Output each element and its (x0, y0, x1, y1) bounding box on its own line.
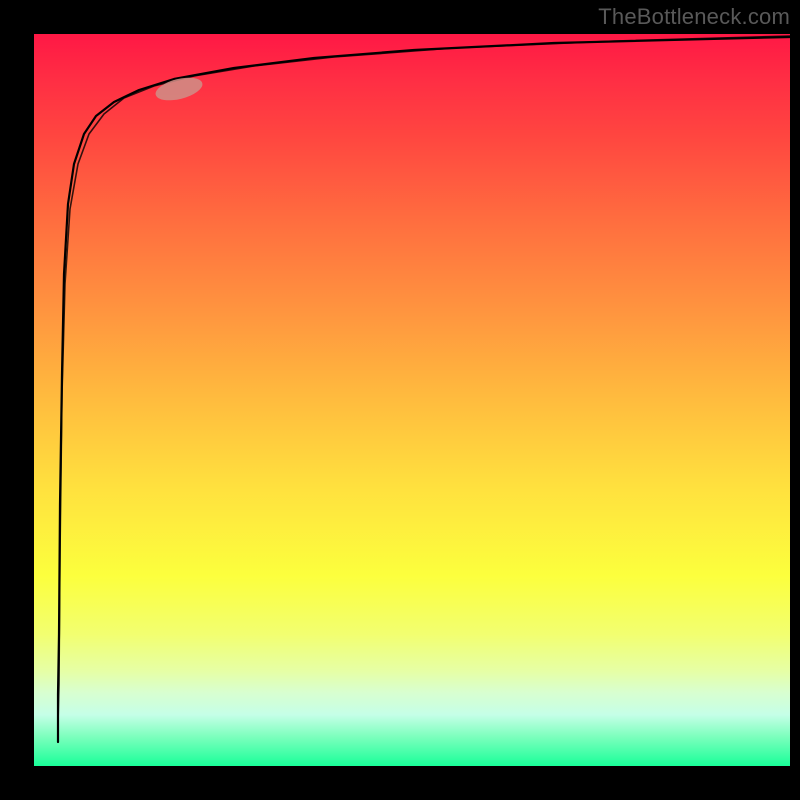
watermark-label: TheBottleneck.com (598, 4, 790, 30)
chart-container: TheBottleneck.com (0, 0, 800, 800)
curve-layer (34, 34, 790, 766)
bottleneck-curve-shadow (58, 36, 790, 740)
bottleneck-curve (58, 37, 790, 742)
plot-area (34, 34, 790, 766)
